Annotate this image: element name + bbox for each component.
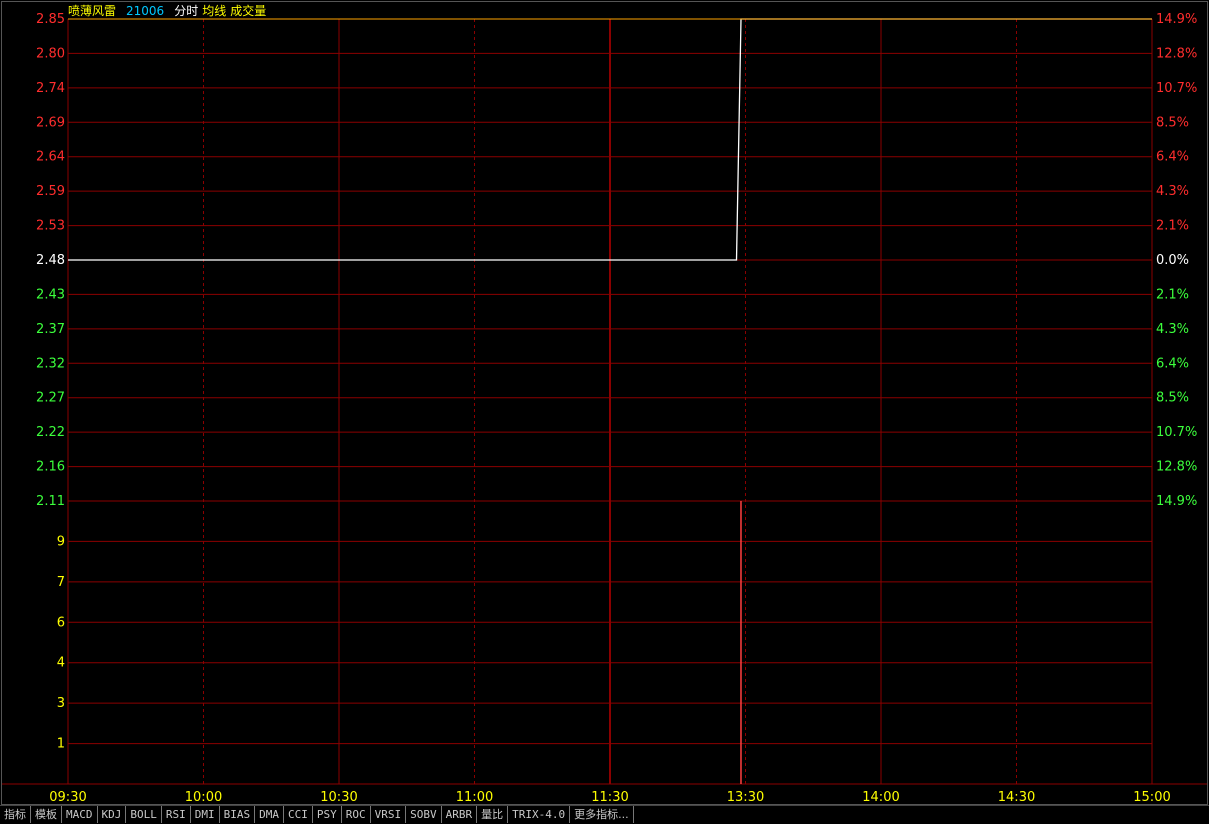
volume-tick-label: 9 — [57, 534, 65, 549]
time-tick-label: 10:30 — [320, 790, 357, 805]
indicator-tab[interactable]: 模板 — [31, 806, 62, 823]
indicator-tab[interactable]: TRIX-4.0 — [508, 806, 571, 823]
indicator-tab[interactable]: KDJ — [98, 806, 127, 823]
volume-tick-label: 3 — [57, 696, 65, 711]
time-tick-label: 10:00 — [185, 790, 222, 805]
price-tick-label: 2.85 — [36, 12, 65, 27]
indicator-tab[interactable]: ARBR — [442, 806, 478, 823]
percent-tick-label: 12.8% — [1156, 460, 1197, 475]
indicator-tab[interactable]: DMA — [255, 806, 284, 823]
time-tick-label: 13:30 — [727, 790, 764, 805]
volume-tick-label: 6 — [57, 615, 65, 630]
price-tick-label: 2.43 — [36, 287, 65, 302]
price-tick-label: 2.16 — [36, 460, 65, 475]
price-tick-label: 2.64 — [36, 150, 65, 165]
volume-tick-label: 4 — [57, 656, 65, 671]
percent-tick-label: 8.5% — [1156, 115, 1189, 130]
indicator-tab[interactable]: MACD — [62, 806, 98, 823]
volume-tick-label: 7 — [57, 575, 65, 590]
percent-tick-label: 6.4% — [1156, 356, 1189, 371]
volume-tick-label: 1 — [57, 737, 65, 752]
indicator-tab[interactable]: 更多指标... — [570, 806, 634, 823]
time-tick-label: 14:30 — [998, 790, 1035, 805]
price-tick-label: 2.74 — [36, 81, 65, 96]
time-tick-label: 15:00 — [1133, 790, 1170, 805]
indicator-tab[interactable]: PSY — [313, 806, 342, 823]
price-tick-label: 2.53 — [36, 219, 65, 234]
percent-tick-label: 10.7% — [1156, 425, 1197, 440]
time-tick-label: 11:30 — [591, 790, 628, 805]
indicator-tab[interactable]: BIAS — [220, 806, 256, 823]
price-tick-label: 2.48 — [36, 253, 65, 268]
time-tick-label: 11:00 — [456, 790, 493, 805]
percent-tick-label: 0.0% — [1156, 253, 1189, 268]
percent-tick-label: 10.7% — [1156, 81, 1197, 96]
price-tick-label: 2.22 — [36, 425, 65, 440]
indicator-tab[interactable]: DMI — [191, 806, 220, 823]
price-tick-label: 2.59 — [36, 184, 65, 199]
indicator-tab-bar: 指标 模板 MACD KDJ BOLL RSI DMI BIAS DMA CCI PSY ROC VRS… — [0, 805, 1209, 824]
indicator-tab[interactable]: RSI — [162, 806, 191, 823]
price-tick-label: 2.11 — [36, 494, 65, 509]
price-tick-label: 2.80 — [36, 46, 65, 61]
percent-tick-label: 14.9% — [1156, 12, 1197, 27]
percent-tick-label: 2.1% — [1156, 287, 1189, 302]
percent-tick-label: 4.3% — [1156, 184, 1189, 199]
percent-tick-label: 4.3% — [1156, 322, 1189, 337]
price-tick-label: 2.32 — [36, 356, 65, 371]
percent-tick-label: 8.5% — [1156, 391, 1189, 406]
price-tick-label: 2.69 — [36, 115, 65, 130]
time-tick-label: 09:30 — [49, 790, 86, 805]
percent-tick-label: 14.9% — [1156, 494, 1197, 509]
indicator-tab[interactable]: BOLL — [126, 806, 162, 823]
price-tick-label: 2.27 — [36, 391, 65, 406]
indicator-tab[interactable]: SOBV — [406, 806, 442, 823]
indicator-tab[interactable]: CCI — [284, 806, 313, 823]
price-tick-label: 2.37 — [36, 322, 65, 337]
percent-tick-label: 6.4% — [1156, 150, 1189, 165]
percent-tick-label: 2.1% — [1156, 219, 1189, 234]
indicator-tab[interactable]: 量比 — [477, 806, 509, 823]
time-tick-label: 14:00 — [862, 790, 899, 805]
indicator-tab[interactable]: VRSI — [371, 806, 407, 823]
indicator-tab[interactable]: ROC — [342, 806, 371, 823]
intraday-chart[interactable]: 2.85 2.80 2.74 2.69 2.64 2.59 2.53 2.48 2.43 2.37… — [0, 0, 1209, 805]
percent-tick-label: 12.8% — [1156, 46, 1197, 61]
indicator-tab[interactable]: 指标 — [0, 806, 31, 823]
